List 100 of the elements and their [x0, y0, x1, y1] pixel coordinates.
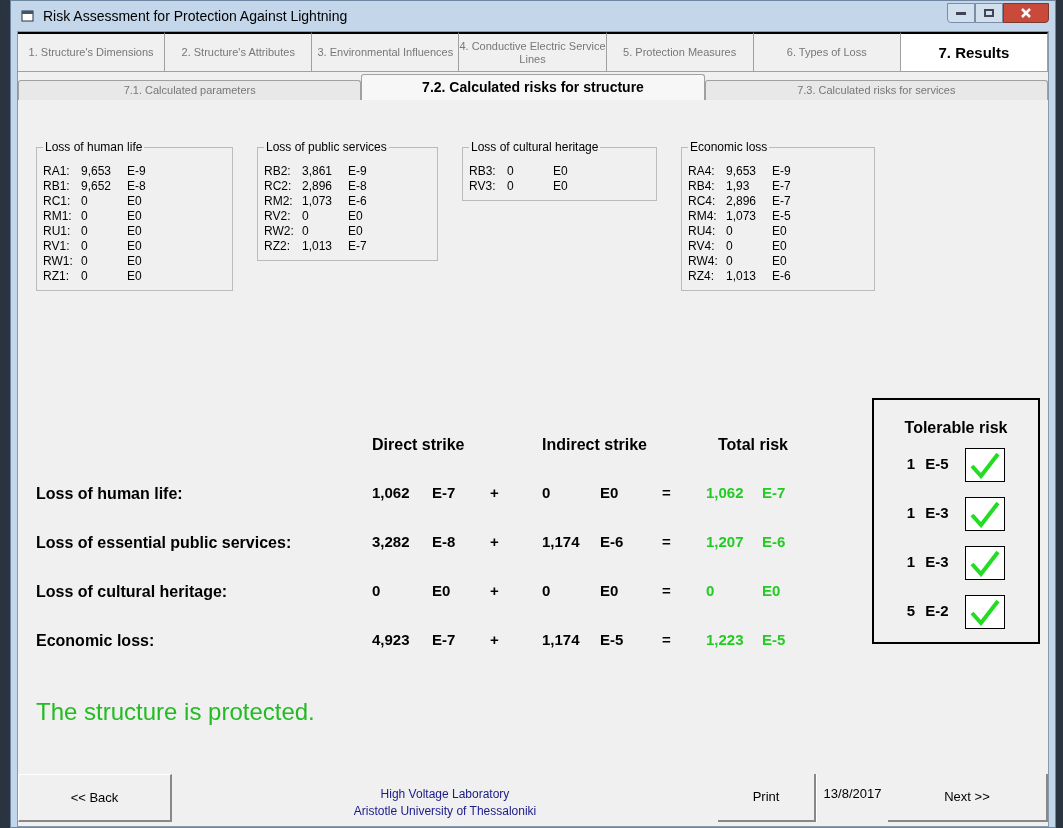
- group-title: Loss of public services: [265, 139, 388, 156]
- tab[interactable]: 3. Environmental Influences: [312, 32, 460, 72]
- risk-value: RC2:: [264, 179, 293, 194]
- risk-value: E-5: [772, 209, 792, 224]
- risk-value: 1,93: [726, 179, 751, 194]
- equals-sign: =: [662, 581, 672, 602]
- tab[interactable]: 4. Conductive Electric Service Lines: [459, 32, 607, 72]
- table-cell-text: E-5: [925, 454, 950, 475]
- tab[interactable]: 1. Structure's Dimensions: [18, 32, 166, 72]
- close-button[interactable]: [1003, 3, 1049, 23]
- risk-value: RU1:: [43, 224, 72, 239]
- table-cell-text: E-5: [600, 630, 625, 651]
- tab[interactable]: 5. Protection Measures: [606, 32, 754, 72]
- risk-value: RA4:: [688, 164, 716, 179]
- group-title: Loss of human life: [44, 139, 144, 156]
- table-cell-text: E-6: [600, 532, 625, 553]
- table-cell-text: E-7: [432, 483, 457, 504]
- risk-value: RZ1:: [43, 269, 70, 284]
- equals-sign: =: [662, 630, 672, 651]
- risk-value: 0: [507, 179, 515, 194]
- table-cell-text: E-2: [925, 601, 950, 622]
- plus-sign: +: [490, 581, 500, 602]
- table-cell-text: E0: [432, 581, 452, 602]
- next-button[interactable]: Next >>: [888, 774, 1048, 822]
- minimize-button[interactable]: [947, 3, 975, 23]
- table-cell-text: 5: [906, 601, 916, 622]
- tab[interactable]: 7.3. Calculated risks for services: [704, 80, 1048, 100]
- tab[interactable]: 2. Structure's Attributes: [165, 32, 313, 72]
- table-cell-text: E-7: [762, 483, 787, 504]
- column-header: Direct strike: [372, 434, 466, 455]
- tab[interactable]: 7. Results: [900, 32, 1048, 72]
- risk-value: RW2:: [264, 224, 295, 239]
- risk-value: 9,653: [81, 164, 113, 179]
- risk-value: RM1:: [43, 209, 73, 224]
- risk-value: RU4:: [688, 224, 717, 239]
- risk-value: E0: [348, 209, 364, 224]
- window-title: Risk Assessment for Protection Against Lightning: [43, 6, 348, 26]
- risk-value: RV1:: [43, 239, 71, 254]
- table-cell-text: E-6: [762, 532, 787, 553]
- app-icon: [21, 9, 35, 23]
- risk-value: RM2:: [264, 194, 294, 209]
- risk-value: E0: [127, 269, 143, 284]
- risk-value: E0: [127, 254, 143, 269]
- table-cell-text: 3,282: [372, 532, 411, 553]
- tab[interactable]: 6. Types of Loss: [753, 32, 901, 72]
- checkbox[interactable]: [965, 545, 1006, 580]
- risk-value: 3,861: [302, 164, 334, 179]
- back-button[interactable]: << Back: [18, 774, 172, 822]
- column-header: Tolerable risk: [904, 418, 1008, 438]
- risk-value: E-9: [348, 164, 368, 179]
- table-cell-text: 1: [906, 552, 916, 573]
- risk-value: 1,073: [726, 209, 758, 224]
- table-cell-text: 0: [706, 581, 716, 602]
- maximize-button[interactable]: [975, 3, 1003, 23]
- table-cell-text: E-5: [762, 630, 787, 651]
- risk-value: E-7: [772, 179, 792, 194]
- table-cell-text: 1,223: [706, 630, 745, 651]
- risk-value: E-6: [348, 194, 368, 209]
- tab[interactable]: 7.2. Calculated risks for structure: [361, 74, 705, 100]
- risk-value: 0: [81, 209, 89, 224]
- risk-value: E0: [127, 209, 143, 224]
- table-cell-text: 0: [542, 483, 552, 504]
- table-cell-text: E0: [600, 581, 620, 602]
- risk-value: RM4:: [688, 209, 718, 224]
- risk-value: RB4:: [688, 179, 716, 194]
- risk-value: 1,013: [302, 239, 334, 254]
- risk-value: E0: [127, 239, 143, 254]
- table-cell-text: 0: [542, 581, 552, 602]
- risk-value: 0: [726, 239, 734, 254]
- table-cell-text: 1: [906, 503, 916, 524]
- checkbox[interactable]: [965, 447, 1006, 482]
- table-cell-text: E0: [600, 483, 620, 504]
- risk-value: 0: [726, 254, 734, 269]
- risk-value: E0: [348, 224, 364, 239]
- risk-value: E-8: [127, 179, 147, 194]
- check-icon: [969, 597, 1002, 626]
- checkbox[interactable]: [965, 594, 1006, 629]
- table-cell-text: 1,062: [706, 483, 745, 504]
- group-title: Economic loss: [689, 139, 769, 156]
- plus-sign: +: [490, 532, 500, 553]
- row-label: Economic loss:: [36, 630, 156, 651]
- table-cell-text: 1: [906, 454, 916, 475]
- row-label: Loss of cultural heritage:: [36, 581, 229, 602]
- tab[interactable]: 7.1. Calculated parameters: [18, 80, 362, 100]
- risk-value: RV4:: [688, 239, 716, 254]
- print-button[interactable]: Print: [718, 774, 816, 822]
- risk-value: RZ2:: [264, 239, 291, 254]
- checkbox[interactable]: [965, 496, 1006, 531]
- risk-value: E0: [772, 239, 788, 254]
- table-cell-text: 4,923: [372, 630, 411, 651]
- risk-value: RW1:: [43, 254, 74, 269]
- plus-sign: +: [490, 483, 500, 504]
- risk-value: RC4:: [688, 194, 717, 209]
- table-cell-text: 0: [372, 581, 382, 602]
- table-cell-text: E-7: [432, 630, 457, 651]
- credit-text: High Voltage Laboratory: [380, 786, 510, 803]
- risk-value: E0: [772, 254, 788, 269]
- plus-sign: +: [490, 630, 500, 651]
- equals-sign: =: [662, 483, 672, 504]
- risk-value: 2,896: [726, 194, 758, 209]
